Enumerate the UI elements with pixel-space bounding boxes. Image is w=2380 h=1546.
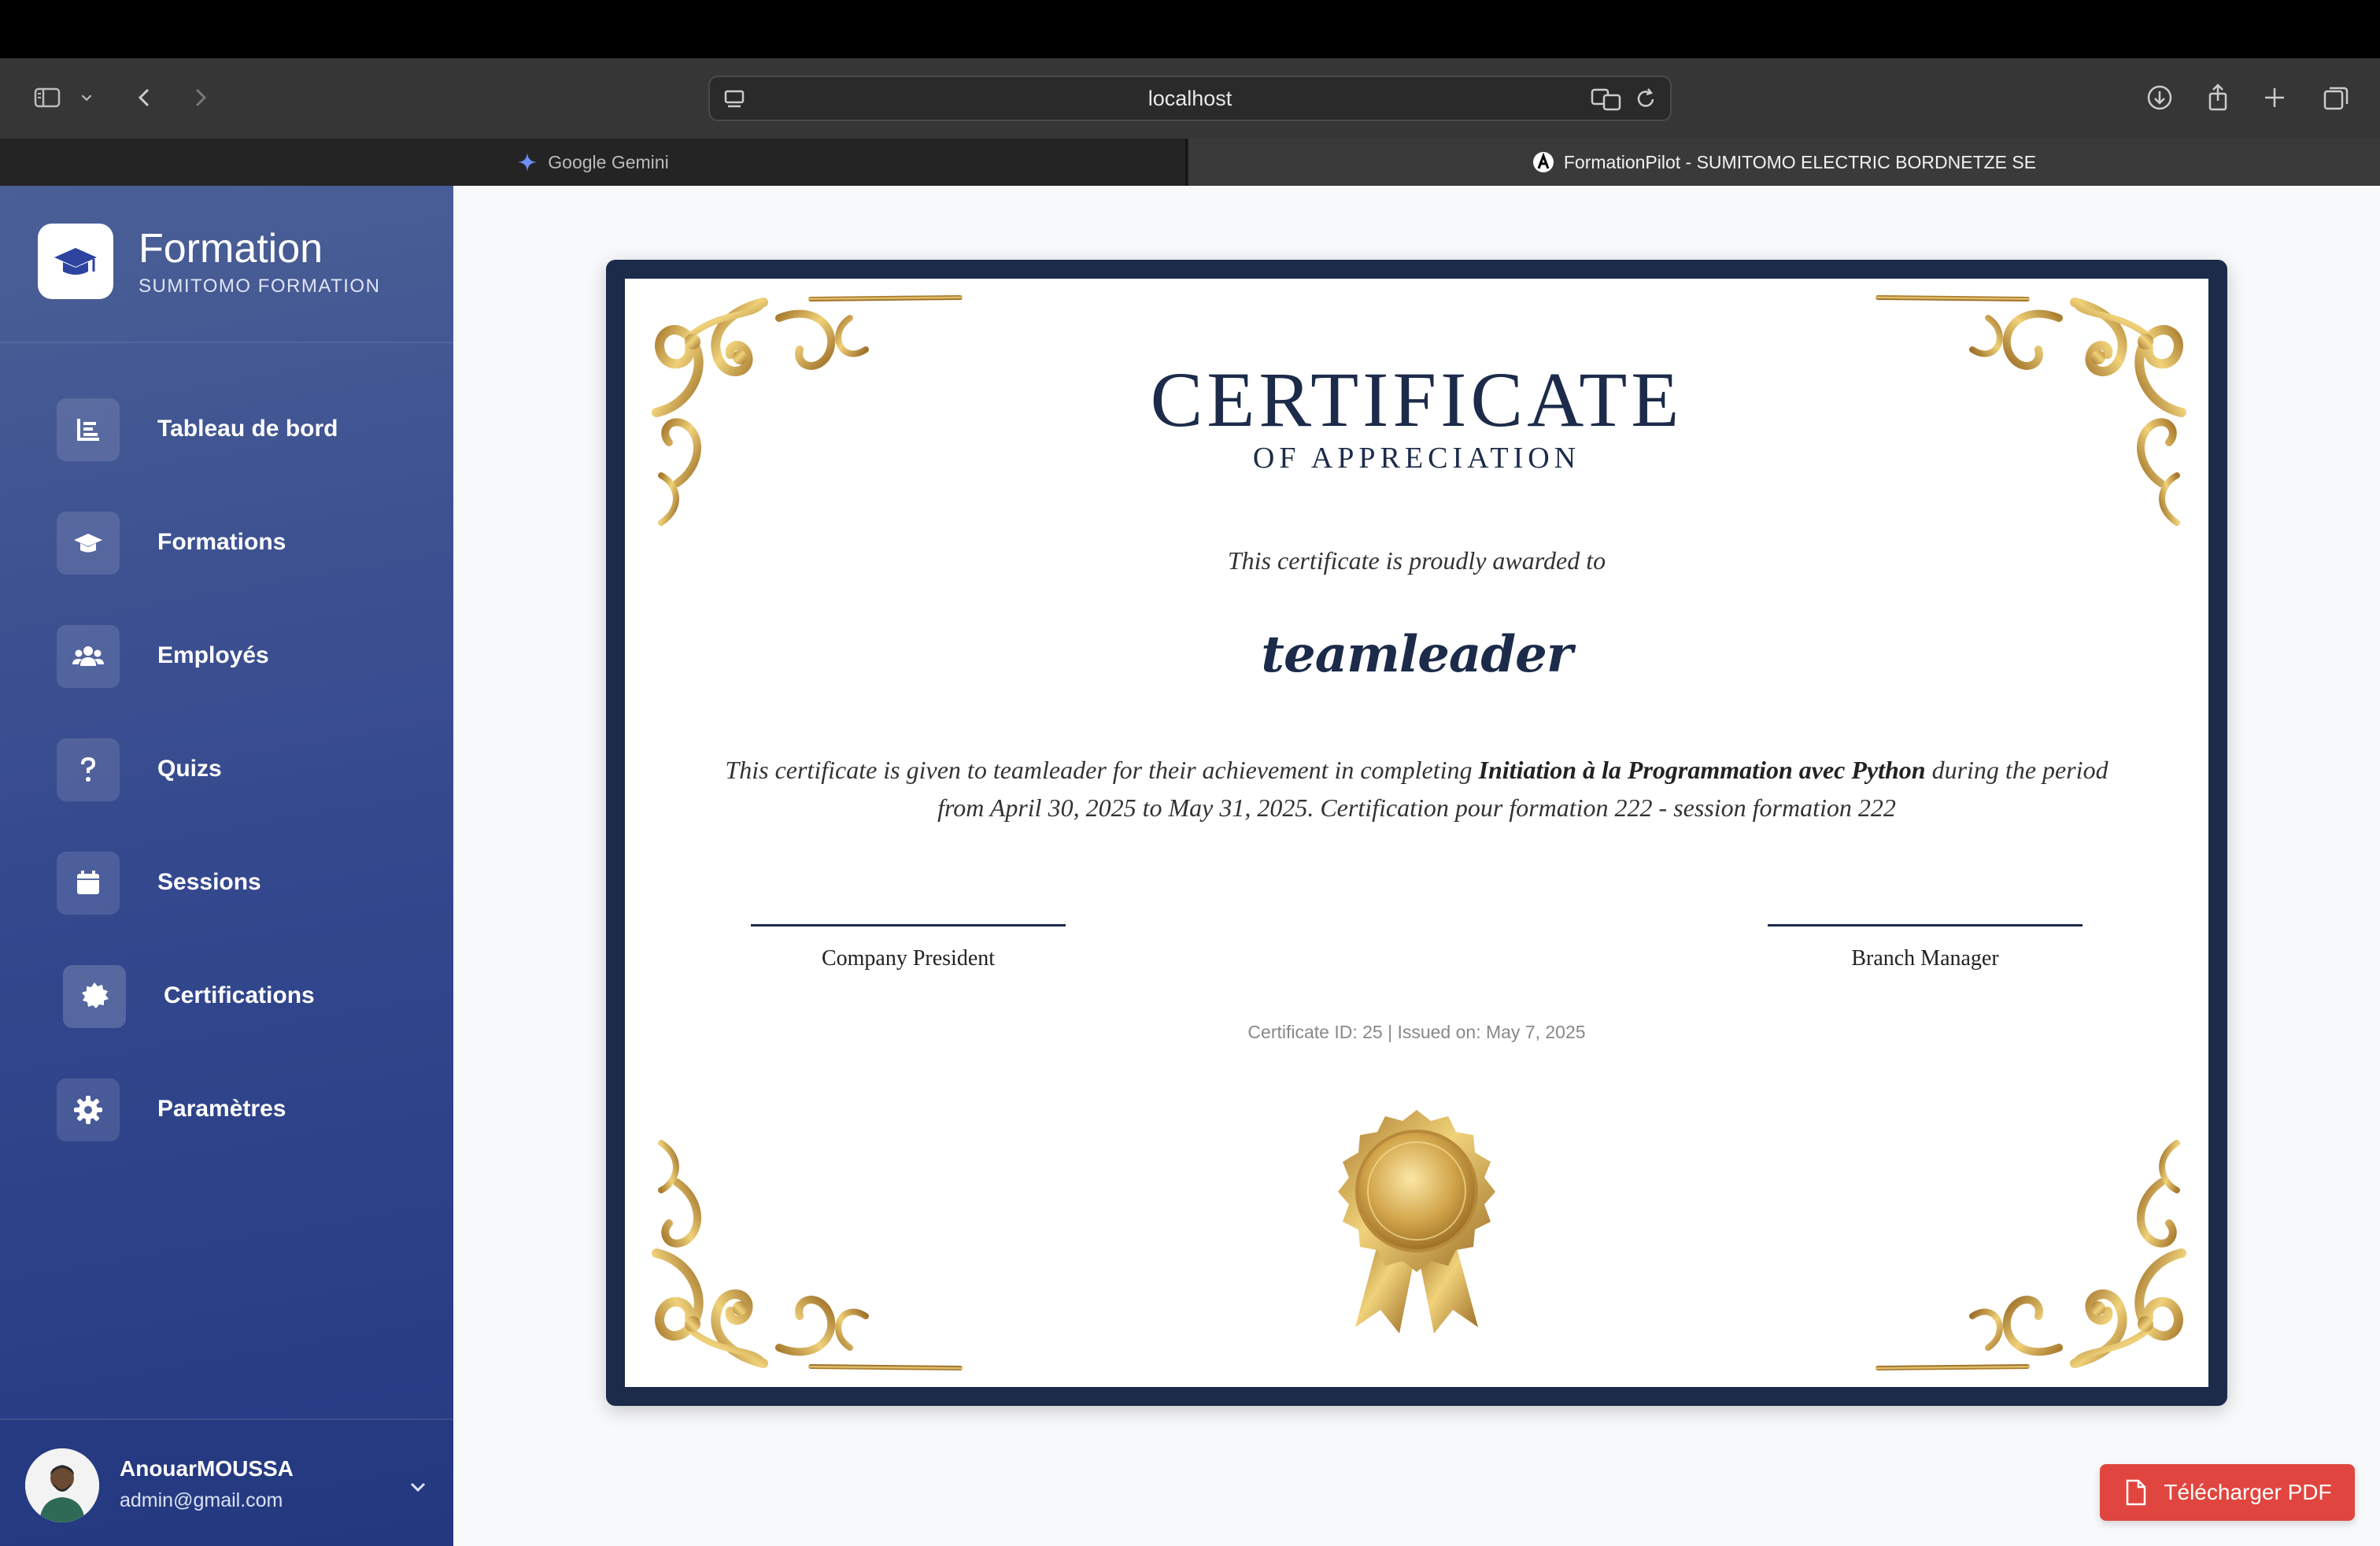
ornament-bottom-right (1862, 1049, 2193, 1379)
brand-subtitle: SUMITOMO FORMATION (139, 276, 381, 297)
new-tab-icon[interactable] (2256, 79, 2293, 117)
reload-icon[interactable] (1631, 84, 1661, 114)
downloads-icon[interactable] (2141, 79, 2179, 117)
tab-label: Google Gemini (548, 151, 669, 172)
question-icon (57, 738, 120, 801)
certificate-body: CERTIFICATE OF APPRECIATION This certifi… (625, 279, 2208, 1387)
download-pdf-label: Télécharger PDF (2164, 1480, 2332, 1504)
tab-overview-icon[interactable] (2317, 79, 2355, 117)
sidebar: Formation SUMITOMO FORMATION Tableau de … (0, 186, 453, 1546)
sidebar-item-employes[interactable]: Employés (0, 617, 453, 696)
certificate-card: CERTIFICATE OF APPRECIATION This certifi… (606, 260, 2227, 1406)
sidebar-item-label: Certifications (164, 982, 315, 1008)
certificate-subtitle: OF APPRECIATION (1252, 442, 1581, 475)
brand-logo[interactable] (38, 224, 113, 299)
graduation-cap-icon (57, 512, 120, 575)
translate-icon[interactable] (1590, 84, 1623, 114)
certificate-description: This certificate is given to teamleader … (704, 751, 2130, 827)
ornament-bottom-left (645, 1049, 976, 1379)
sidebar-toggle-icon[interactable] (28, 79, 66, 117)
user-profile[interactable]: AnouarMOUSSA admin@gmail.com (0, 1418, 453, 1546)
avatar[interactable] (25, 1448, 99, 1522)
graduation-cap-icon (54, 248, 97, 275)
signature-label-right: Branch Manager (1851, 946, 1999, 971)
signature-label-left: Company President (821, 946, 996, 971)
certificate-title: CERTIFICATE (1150, 356, 1683, 443)
window-top-bar (0, 0, 2380, 58)
chevron-down-icon[interactable] (76, 79, 98, 117)
user-email: admin@gmail.com (120, 1489, 283, 1511)
sidebar-item-label: Paramètres (157, 1096, 286, 1122)
brand-header: Formation SUMITOMO FORMATION (0, 186, 453, 343)
user-name: AnouarMOUSSA (120, 1456, 294, 1481)
gemini-icon (518, 153, 538, 172)
recipient-name: teamleader (1261, 625, 1572, 684)
sidebar-item-parametres[interactable]: Paramètres (0, 1071, 453, 1149)
brand-title: Formation (139, 226, 323, 272)
sidebar-item-label: Employés (157, 642, 269, 668)
signature-line-right (1768, 924, 2082, 926)
calendar-icon (57, 852, 120, 915)
tab-bar: Google Gemini FormationPilot - SUMITOMO … (0, 139, 2380, 186)
sidebar-item-label: Sessions (157, 869, 261, 895)
forward-icon[interactable] (181, 79, 219, 117)
back-icon[interactable] (126, 79, 164, 117)
chevron-down-icon[interactable] (405, 1474, 431, 1500)
share-icon[interactable] (2199, 79, 2237, 117)
sidebar-item-formations[interactable]: Formations (0, 504, 453, 583)
sidebar-item-certifications[interactable]: Certifications (0, 957, 453, 1036)
tab-label: FormationPilot - SUMITOMO ELECTRIC BORDN… (1563, 151, 2037, 172)
certificate-icon (63, 965, 126, 1028)
tab-google-gemini[interactable]: Google Gemini (0, 139, 1187, 186)
sidebar-item-tableau-de-bord[interactable]: Tableau de bord (0, 390, 453, 469)
sidebar-item-quizs[interactable]: Quizs (0, 730, 453, 809)
description-text: This certificate is given to teamleader … (725, 756, 1479, 784)
address-bar[interactable]: localhost (708, 76, 1672, 121)
url-text[interactable]: localhost (710, 87, 1670, 111)
signature-line-left (751, 924, 1066, 926)
awarded-text: This certificate is proudly awarded to (1227, 546, 1606, 575)
sidebar-item-label: Quizs (157, 756, 222, 782)
gold-medal-icon (1338, 1110, 1495, 1333)
gear-icon (57, 1078, 120, 1141)
course-name: Initiation à la Programmation avec Pytho… (1478, 756, 1926, 784)
sidebar-item-label: Tableau de bord (157, 416, 338, 442)
download-pdf-button[interactable]: Télécharger PDF (2100, 1464, 2355, 1521)
dashboard-icon (57, 398, 120, 461)
app-favicon-icon (1532, 152, 1554, 172)
tab-formationpilot[interactable]: FormationPilot - SUMITOMO ELECTRIC BORDN… (1188, 139, 2380, 186)
sidebar-item-sessions[interactable]: Sessions (0, 844, 453, 923)
users-icon (57, 625, 120, 688)
file-icon (2127, 1479, 2146, 1506)
sidebar-item-label: Formations (157, 529, 286, 555)
certificate-meta: Certificate ID: 25 | Issued on: May 7, 2… (1247, 1022, 1586, 1042)
